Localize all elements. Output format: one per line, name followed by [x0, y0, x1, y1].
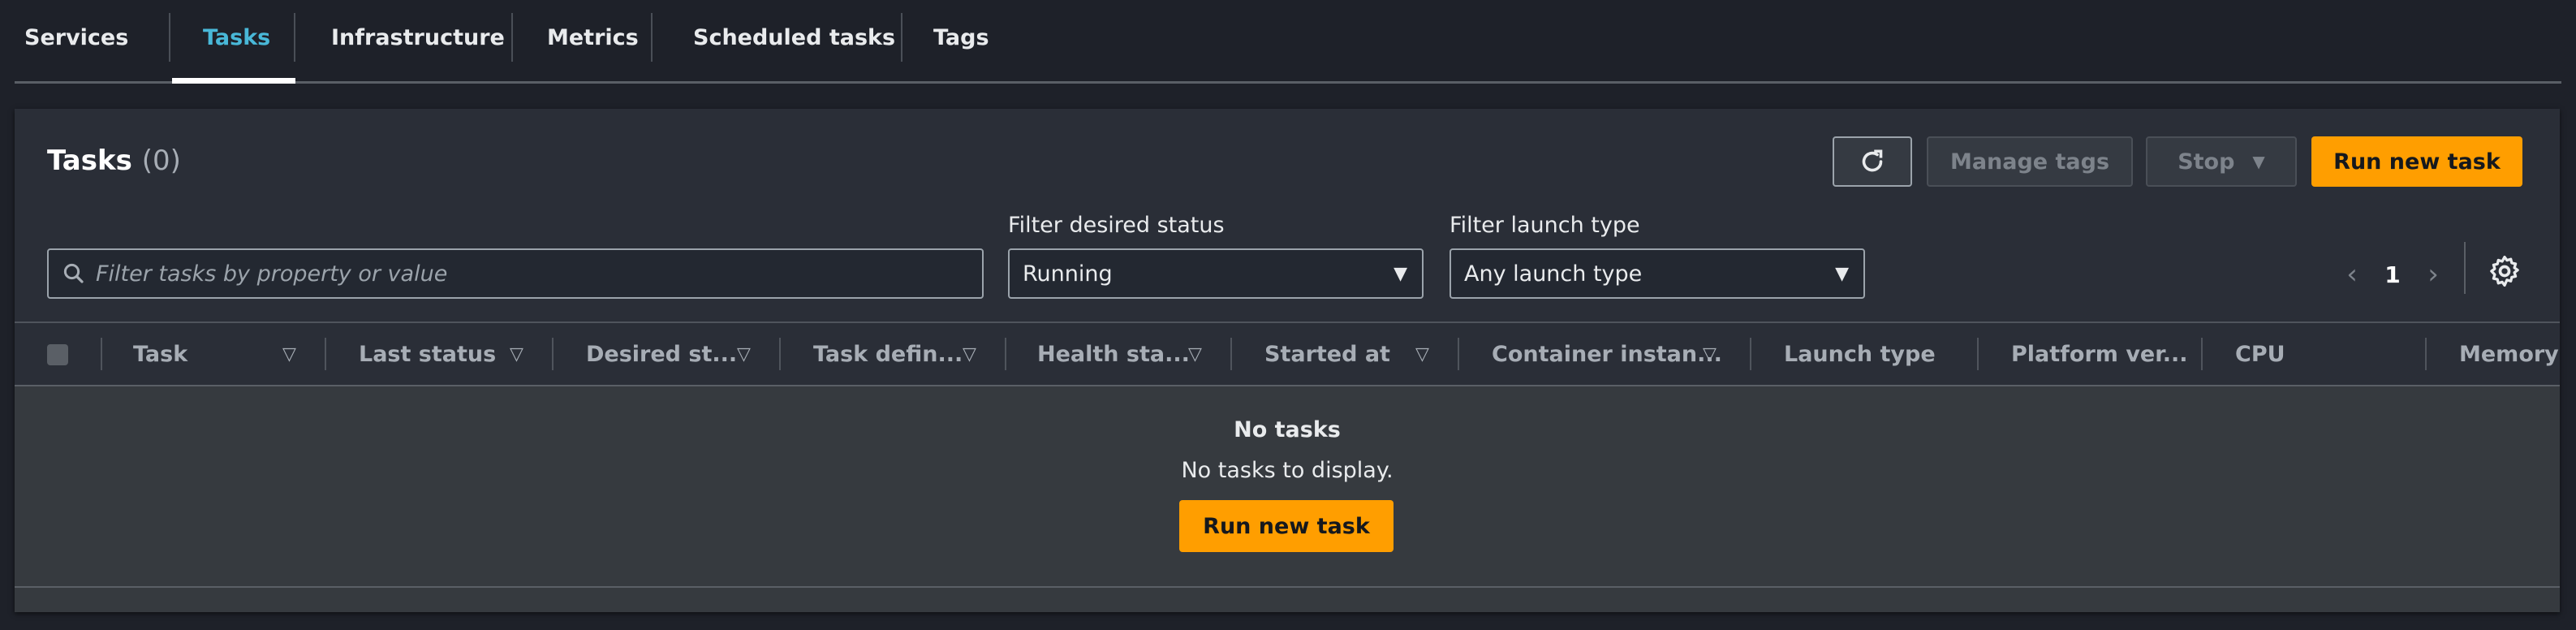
- launch-type-value: Any launch type: [1464, 261, 1643, 287]
- pagination: ‹ 1 ›: [2336, 252, 2449, 297]
- launch-type-label: Filter launch type: [1450, 213, 1640, 238]
- tab-divider: [651, 13, 653, 62]
- column-divider: [1750, 338, 1751, 370]
- launch-type-select[interactable]: Any launch type ▼: [1450, 248, 1865, 299]
- column-header-started-at[interactable]: Started at: [1264, 323, 1390, 385]
- column-label: Task defin...: [813, 341, 963, 367]
- caret-down-icon: ▼: [1835, 263, 1849, 284]
- column-header-health-status[interactable]: Health sta...: [1037, 323, 1190, 385]
- column-divider: [1230, 338, 1232, 370]
- column-divider: [552, 338, 554, 370]
- task-count: (0): [141, 145, 181, 177]
- column-divider: [1977, 338, 1979, 370]
- desired-status-label: Filter desired status: [1008, 213, 1225, 238]
- column-header-desired-status[interactable]: Desired st...: [586, 323, 737, 385]
- column-label: Last status: [359, 341, 497, 367]
- column-label: Task: [133, 341, 188, 367]
- column-header-last-status[interactable]: Last status: [359, 323, 496, 385]
- search-placeholder: Filter tasks by property or value: [96, 261, 448, 287]
- tab-infrastructure[interactable]: Infrastructure: [331, 13, 505, 62]
- next-page-icon[interactable]: ›: [2417, 258, 2449, 291]
- caret-down-icon: ▼: [2252, 152, 2265, 171]
- desired-status-value: Running: [1023, 261, 1113, 287]
- panel-title-text: Tasks: [47, 145, 132, 177]
- search-icon: [63, 263, 84, 283]
- column-header-task[interactable]: Task: [133, 323, 187, 385]
- column-divider: [325, 338, 326, 370]
- tab-bar-baseline: [15, 81, 2561, 84]
- column-header-platform-version[interactable]: Platform ver...: [2011, 323, 2187, 385]
- column-divider: [779, 338, 781, 370]
- tab-divider: [901, 13, 902, 62]
- current-page[interactable]: 1: [2368, 261, 2417, 288]
- previous-page-icon[interactable]: ‹: [2336, 258, 2368, 291]
- column-header-memory[interactable]: Memory: [2459, 323, 2559, 385]
- column-header-container-instance[interactable]: Container instan...: [1492, 323, 1722, 385]
- select-all-checkbox[interactable]: [47, 344, 68, 365]
- table-footer: [15, 588, 2560, 612]
- tab-services[interactable]: Services: [24, 13, 128, 62]
- column-divider: [1458, 338, 1459, 370]
- column-divider: [2201, 338, 2203, 370]
- tab-divider: [511, 13, 513, 62]
- refresh-icon: [1862, 149, 1883, 172]
- task-filter-input[interactable]: Filter tasks by property or value: [47, 248, 984, 299]
- column-label: Launch type: [1784, 341, 1936, 367]
- settings-gear-icon[interactable]: [2487, 253, 2522, 289]
- panel-title: Tasks (0): [47, 145, 181, 177]
- column-header-task-definition[interactable]: Task defin...: [813, 323, 963, 385]
- column-divider: [2425, 338, 2427, 370]
- column-label: Platform ver...: [2011, 341, 2188, 367]
- manage-tags-button[interactable]: Manage tags: [1927, 136, 2133, 187]
- tab-bar: Services Tasks Infrastructure Metrics Sc…: [15, 0, 2561, 84]
- pagination-divider: [2464, 242, 2466, 294]
- column-label: Desired st...: [586, 341, 738, 367]
- empty-state-description: No tasks to display.: [1181, 458, 1394, 483]
- tab-metrics[interactable]: Metrics: [547, 13, 639, 62]
- stop-button-label: Stop: [2178, 149, 2235, 175]
- table-empty-state: No tasks No tasks to display. Run new ta…: [15, 386, 2560, 586]
- column-divider: [101, 338, 102, 370]
- caret-down-icon: ▼: [1394, 263, 1407, 284]
- empty-state-run-new-task-button[interactable]: Run new task: [1179, 500, 1394, 552]
- column-label: Memory: [2459, 341, 2559, 367]
- tab-divider: [169, 13, 170, 62]
- tab-tasks[interactable]: Tasks: [203, 13, 270, 62]
- column-header-launch-type[interactable]: Launch type: [1784, 323, 1936, 385]
- tab-divider: [294, 13, 295, 62]
- column-label: CPU: [2235, 341, 2285, 367]
- column-label: Health sta...: [1037, 341, 1190, 367]
- refresh-button[interactable]: [1833, 136, 1912, 187]
- column-label: Started at: [1264, 341, 1390, 367]
- tab-tags[interactable]: Tags: [933, 13, 989, 62]
- column-header-cpu[interactable]: CPU: [2235, 323, 2285, 385]
- column-divider: [1005, 338, 1006, 370]
- tab-scheduled-tasks[interactable]: Scheduled tasks: [693, 13, 895, 62]
- tasks-panel: Tasks (0) Manage tags Stop ▼ Run new tas…: [15, 109, 2560, 612]
- run-new-task-button[interactable]: Run new task: [2311, 136, 2522, 187]
- column-label: Container instan...: [1492, 341, 1722, 367]
- empty-state-title: No tasks: [1234, 417, 1341, 442]
- table-header: Task ▽ Last status ▽ Desired st... ▽ Tas…: [15, 323, 2560, 385]
- stop-button[interactable]: Stop ▼: [2146, 136, 2297, 187]
- active-tab-indicator: [172, 78, 295, 84]
- desired-status-select[interactable]: Running ▼: [1008, 248, 1424, 299]
